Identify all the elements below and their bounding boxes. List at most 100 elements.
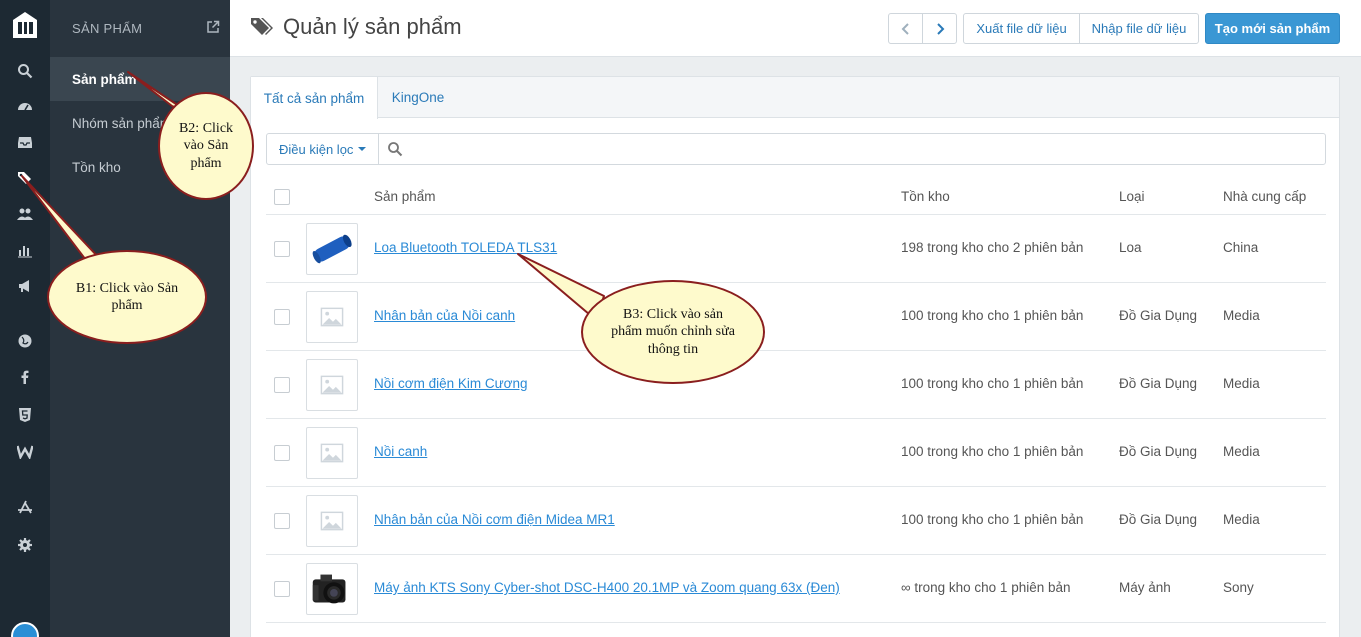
export-button[interactable]: Xuất file dữ liệu xyxy=(963,13,1080,44)
product-link[interactable]: Nhân bản của Nồi cơm điện Midea MR1 xyxy=(374,512,615,527)
filter-dropdown[interactable]: Điều kiện lọc xyxy=(267,134,379,164)
product-link[interactable]: Máy ảnh KTS Sony Cyber-shot DSC-H400 20.… xyxy=(374,580,840,595)
search-icon xyxy=(387,141,403,157)
table-row[interactable]: Nhân bản của Nồi canh 100 trong kho cho … xyxy=(266,283,1326,351)
stock-cell: 100 trong kho cho 1 phiên bản xyxy=(901,376,1084,391)
stock-cell: 198 trong kho cho 2 phiên bản xyxy=(901,240,1084,255)
table-row[interactable]: Loa Bluetooth TOLEDA TLS31 198 trong kho… xyxy=(266,215,1326,283)
image-placeholder-icon xyxy=(320,443,344,463)
stock-cell: 100 trong kho cho 1 phiên bản xyxy=(901,512,1084,527)
product-thumbnail[interactable] xyxy=(306,291,358,343)
external-link-icon[interactable] xyxy=(206,20,220,34)
image-placeholder-icon xyxy=(320,375,344,395)
user-avatar[interactable] xyxy=(11,622,39,637)
product-link[interactable]: Nhân bản của Nồi canh xyxy=(374,308,515,323)
vendor-cell: Media xyxy=(1223,308,1260,323)
product-link[interactable]: Nồi cơm điện Kim Cương xyxy=(374,376,528,391)
sidebar-section-title: SẢN PHẨM xyxy=(50,0,230,56)
vendor-cell: China xyxy=(1223,240,1259,255)
sidebar-item-label: Nhóm sản phẩm xyxy=(72,115,172,131)
type-cell: Loa xyxy=(1119,240,1142,255)
product-link[interactable]: Loa Bluetooth TOLEDA TLS31 xyxy=(374,240,557,255)
tab-label: KingOne xyxy=(391,90,445,105)
page-header: Quản lý sản phẩm Xuất file dữ liệu Nhập … xyxy=(230,0,1361,57)
table-row[interactable]: Nhân bản của Nồi cơm điện Midea MR1 100 … xyxy=(266,487,1326,555)
speaker-image xyxy=(312,234,352,264)
table-row[interactable]: Nồi canh 100 trong kho cho 1 phiên bản Đ… xyxy=(266,419,1326,487)
import-button[interactable]: Nhập file dữ liệu xyxy=(1079,13,1199,44)
tab-all-products[interactable]: Tất cả sản phẩm xyxy=(251,77,378,119)
table-header: Sản phẩm Tồn kho Loại Nhà cung cấp xyxy=(266,178,1326,215)
row-checkbox[interactable] xyxy=(274,581,290,597)
product-thumbnail[interactable] xyxy=(306,427,358,479)
callout-step-1-text: B1: Click vào Sản phẩm xyxy=(75,280,179,314)
row-checkbox[interactable] xyxy=(274,377,290,393)
type-cell: Đồ Gia Dụng xyxy=(1119,444,1198,459)
tab-bar: Tất cả sản phẩm KingOne xyxy=(251,77,1339,119)
next-button[interactable] xyxy=(922,13,957,44)
facebook-icon[interactable] xyxy=(15,367,35,387)
vendor-cell: Media xyxy=(1223,444,1260,459)
vendor-cell: Sony xyxy=(1223,580,1254,595)
chevron-left-icon xyxy=(901,22,909,35)
icon-rail xyxy=(0,0,50,637)
image-placeholder-icon xyxy=(320,511,344,531)
globe-icon[interactable] xyxy=(15,331,35,351)
column-header-type: Loại xyxy=(1119,189,1145,204)
camera-image xyxy=(312,574,346,604)
products-card: Tất cả sản phẩm KingOne Điều kiện lọc Sả… xyxy=(250,76,1340,637)
select-all-checkbox[interactable] xyxy=(274,189,290,205)
product-link[interactable]: Nồi canh xyxy=(374,444,427,459)
column-header-vendor: Nhà cung cấp xyxy=(1223,189,1307,204)
column-header-stock: Tồn kho xyxy=(901,189,950,204)
reports-icon[interactable] xyxy=(15,240,35,260)
search-icon[interactable] xyxy=(15,61,35,81)
callout-step-3: B3: Click vào sản phẩm muốn chỉnh sửa th… xyxy=(581,280,765,384)
callout-step-2-text: B2: Click vào Sản phẩm xyxy=(178,120,234,171)
create-product-button[interactable]: Tạo mới sản phẩm xyxy=(1205,13,1340,44)
app-store-icon[interactable] xyxy=(15,497,35,517)
html5-icon[interactable] xyxy=(15,405,35,425)
sidebar-item-label: Sản phẩm xyxy=(72,71,137,87)
table-row[interactable]: Nồi cơm điện Kim Cương 100 trong kho cho… xyxy=(266,351,1326,419)
previous-button[interactable] xyxy=(888,13,923,44)
tags-icon[interactable] xyxy=(15,168,35,188)
tags-icon xyxy=(250,16,276,38)
gear-icon[interactable] xyxy=(15,535,35,555)
product-thumbnail[interactable] xyxy=(306,223,358,275)
sidebar-section-label: SẢN PHẨM xyxy=(72,20,143,36)
sidebar-item-label: Tồn kho xyxy=(72,159,121,175)
chevron-right-icon xyxy=(936,22,944,35)
search-input[interactable] xyxy=(411,136,1311,162)
type-cell: Đồ Gia Dụng xyxy=(1119,308,1198,323)
tab-kingone[interactable]: KingOne xyxy=(378,77,458,118)
row-checkbox[interactable] xyxy=(274,445,290,461)
product-thumbnail[interactable] xyxy=(306,359,358,411)
inbox-icon[interactable] xyxy=(15,132,35,152)
row-checkbox[interactable] xyxy=(274,309,290,325)
image-placeholder-icon xyxy=(320,307,344,327)
app-logo[interactable] xyxy=(10,8,40,42)
users-icon[interactable] xyxy=(15,204,35,224)
megaphone-icon[interactable] xyxy=(15,276,35,296)
stock-cell: 100 trong kho cho 1 phiên bản xyxy=(901,444,1084,459)
dashboard-icon[interactable] xyxy=(15,96,35,116)
callout-step-1: B1: Click vào Sản phẩm xyxy=(47,250,207,344)
type-cell: Máy ảnh xyxy=(1119,580,1171,595)
vendor-cell: Media xyxy=(1223,376,1260,391)
stock-cell: 100 trong kho cho 1 phiên bản xyxy=(901,308,1084,323)
vendor-cell: Media xyxy=(1223,512,1260,527)
callout-step-3-text: B3: Click vào sản phẩm muốn chỉnh sửa th… xyxy=(611,306,735,357)
product-thumbnail[interactable] xyxy=(306,563,358,615)
table-row[interactable]: Máy ảnh KTS Sony Cyber-shot DSC-H400 20.… xyxy=(266,555,1326,623)
type-cell: Đồ Gia Dụng xyxy=(1119,512,1198,527)
wordpress-icon[interactable] xyxy=(15,441,35,461)
stock-cell: ∞ trong kho cho 1 phiên bản xyxy=(901,580,1071,595)
row-checkbox[interactable] xyxy=(274,513,290,529)
row-checkbox[interactable] xyxy=(274,241,290,257)
tab-label: Tất cả sản phẩm xyxy=(263,90,365,106)
callout-step-2: B2: Click vào Sản phẩm xyxy=(158,92,254,200)
product-thumbnail[interactable] xyxy=(306,495,358,547)
filter-dropdown-label: Điều kiện lọc xyxy=(279,141,354,157)
type-cell: Đồ Gia Dụng xyxy=(1119,376,1198,391)
